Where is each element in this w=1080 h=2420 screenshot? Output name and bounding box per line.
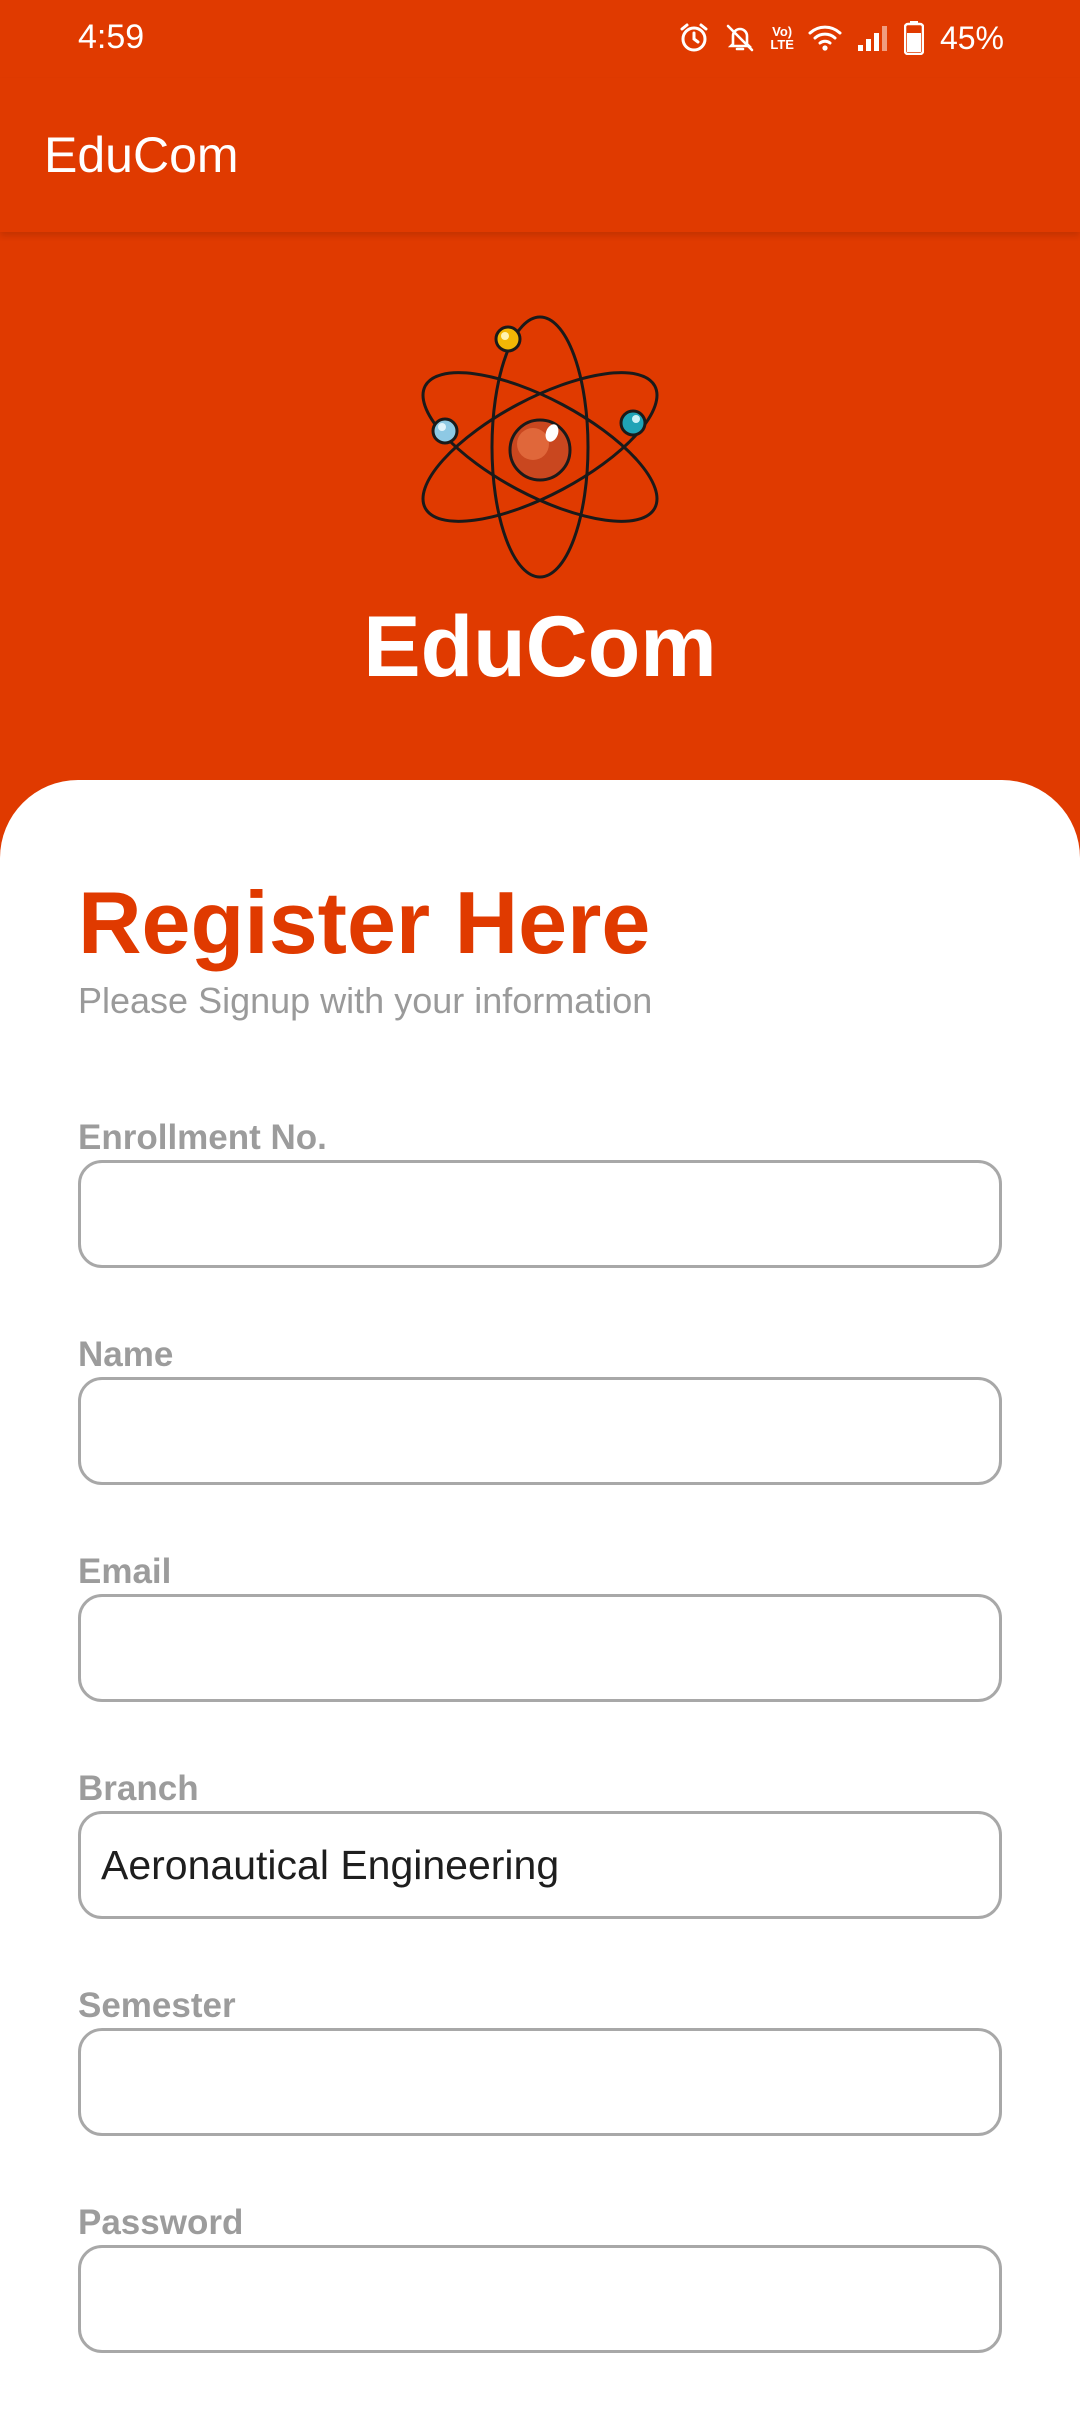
- password-input[interactable]: [78, 2245, 1002, 2353]
- status-icons: Vo) LTE 45%: [678, 14, 1004, 62]
- notifications-off-icon: [724, 22, 756, 54]
- branch-field: Branch Aeronautical Engineering: [78, 1767, 1002, 1919]
- wifi-icon: [808, 23, 842, 53]
- name-input[interactable]: [78, 1377, 1002, 1485]
- email-label: Email: [78, 1552, 172, 1591]
- battery-percent: 45%: [939, 19, 1004, 56]
- password-field: Password: [78, 2201, 1002, 2353]
- battery-icon: [903, 21, 924, 55]
- branch-label: Branch: [78, 1769, 199, 1808]
- name-label: Name: [78, 1335, 174, 1374]
- enrollment-label: Enrollment No.: [78, 1118, 327, 1157]
- password-label: Password: [78, 2203, 244, 2242]
- register-card: Register Here Please Signup with your in…: [0, 780, 1080, 2420]
- status-bar: 4:59 Vo) LTE 45%: [0, 0, 1080, 78]
- app-bar: EduCom: [0, 78, 1080, 232]
- enrollment-field: Enrollment No.: [78, 1116, 1002, 1268]
- hero-brand-title: EduCom: [363, 599, 717, 695]
- email-input[interactable]: [78, 1594, 1002, 1702]
- name-field: Name: [78, 1333, 1002, 1485]
- semester-field: Semester: [78, 1984, 1002, 2136]
- alarm-icon: [678, 22, 710, 54]
- register-title: Register Here: [78, 873, 651, 972]
- status-time: 4:59: [78, 18, 145, 56]
- app-bar-title: EduCom: [44, 127, 239, 183]
- semester-label: Semester: [78, 1986, 236, 2025]
- branch-input[interactable]: Aeronautical Engineering: [78, 1811, 1002, 1919]
- volte-icon: Vo) LTE: [770, 25, 794, 51]
- volte-bottom-text: LTE: [770, 37, 794, 52]
- signal-icon: [856, 23, 890, 53]
- email-field: Email: [78, 1550, 1002, 1702]
- enrollment-input[interactable]: [78, 1160, 1002, 1268]
- register-subtitle: Please Signup with your information: [78, 980, 653, 1021]
- hero-section: EduCom: [0, 232, 1080, 792]
- atom-icon: [421, 315, 659, 579]
- semester-input[interactable]: [78, 2028, 1002, 2136]
